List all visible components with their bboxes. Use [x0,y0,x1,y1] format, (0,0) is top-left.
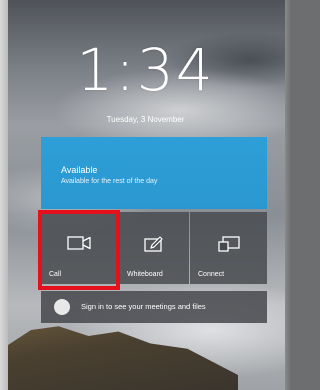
connect-tile[interactable]: Connect [190,212,267,284]
whiteboard-pen-icon [144,236,164,257]
avatar [54,299,70,315]
presence-status-title: Available [61,165,98,175]
signin-bar[interactable]: Sign in to see your meetings and files [41,291,267,323]
signin-text: Sign in to see your meetings and files [81,302,206,311]
clock-time: 1:34 [76,36,215,104]
connect-tile-label: Connect [198,271,225,278]
clock-date: Tuesday, 3 November [106,115,185,124]
call-highlight-annotation [38,210,120,290]
presence-status-card[interactable]: Available Available for the rest of the … [41,137,267,209]
cast-screen-icon [217,236,240,257]
whiteboard-tile-label: Whiteboard [127,271,163,278]
presence-status-subtitle: Available for the rest of the day [61,178,158,185]
whiteboard-tile[interactable]: Whiteboard [119,212,189,284]
